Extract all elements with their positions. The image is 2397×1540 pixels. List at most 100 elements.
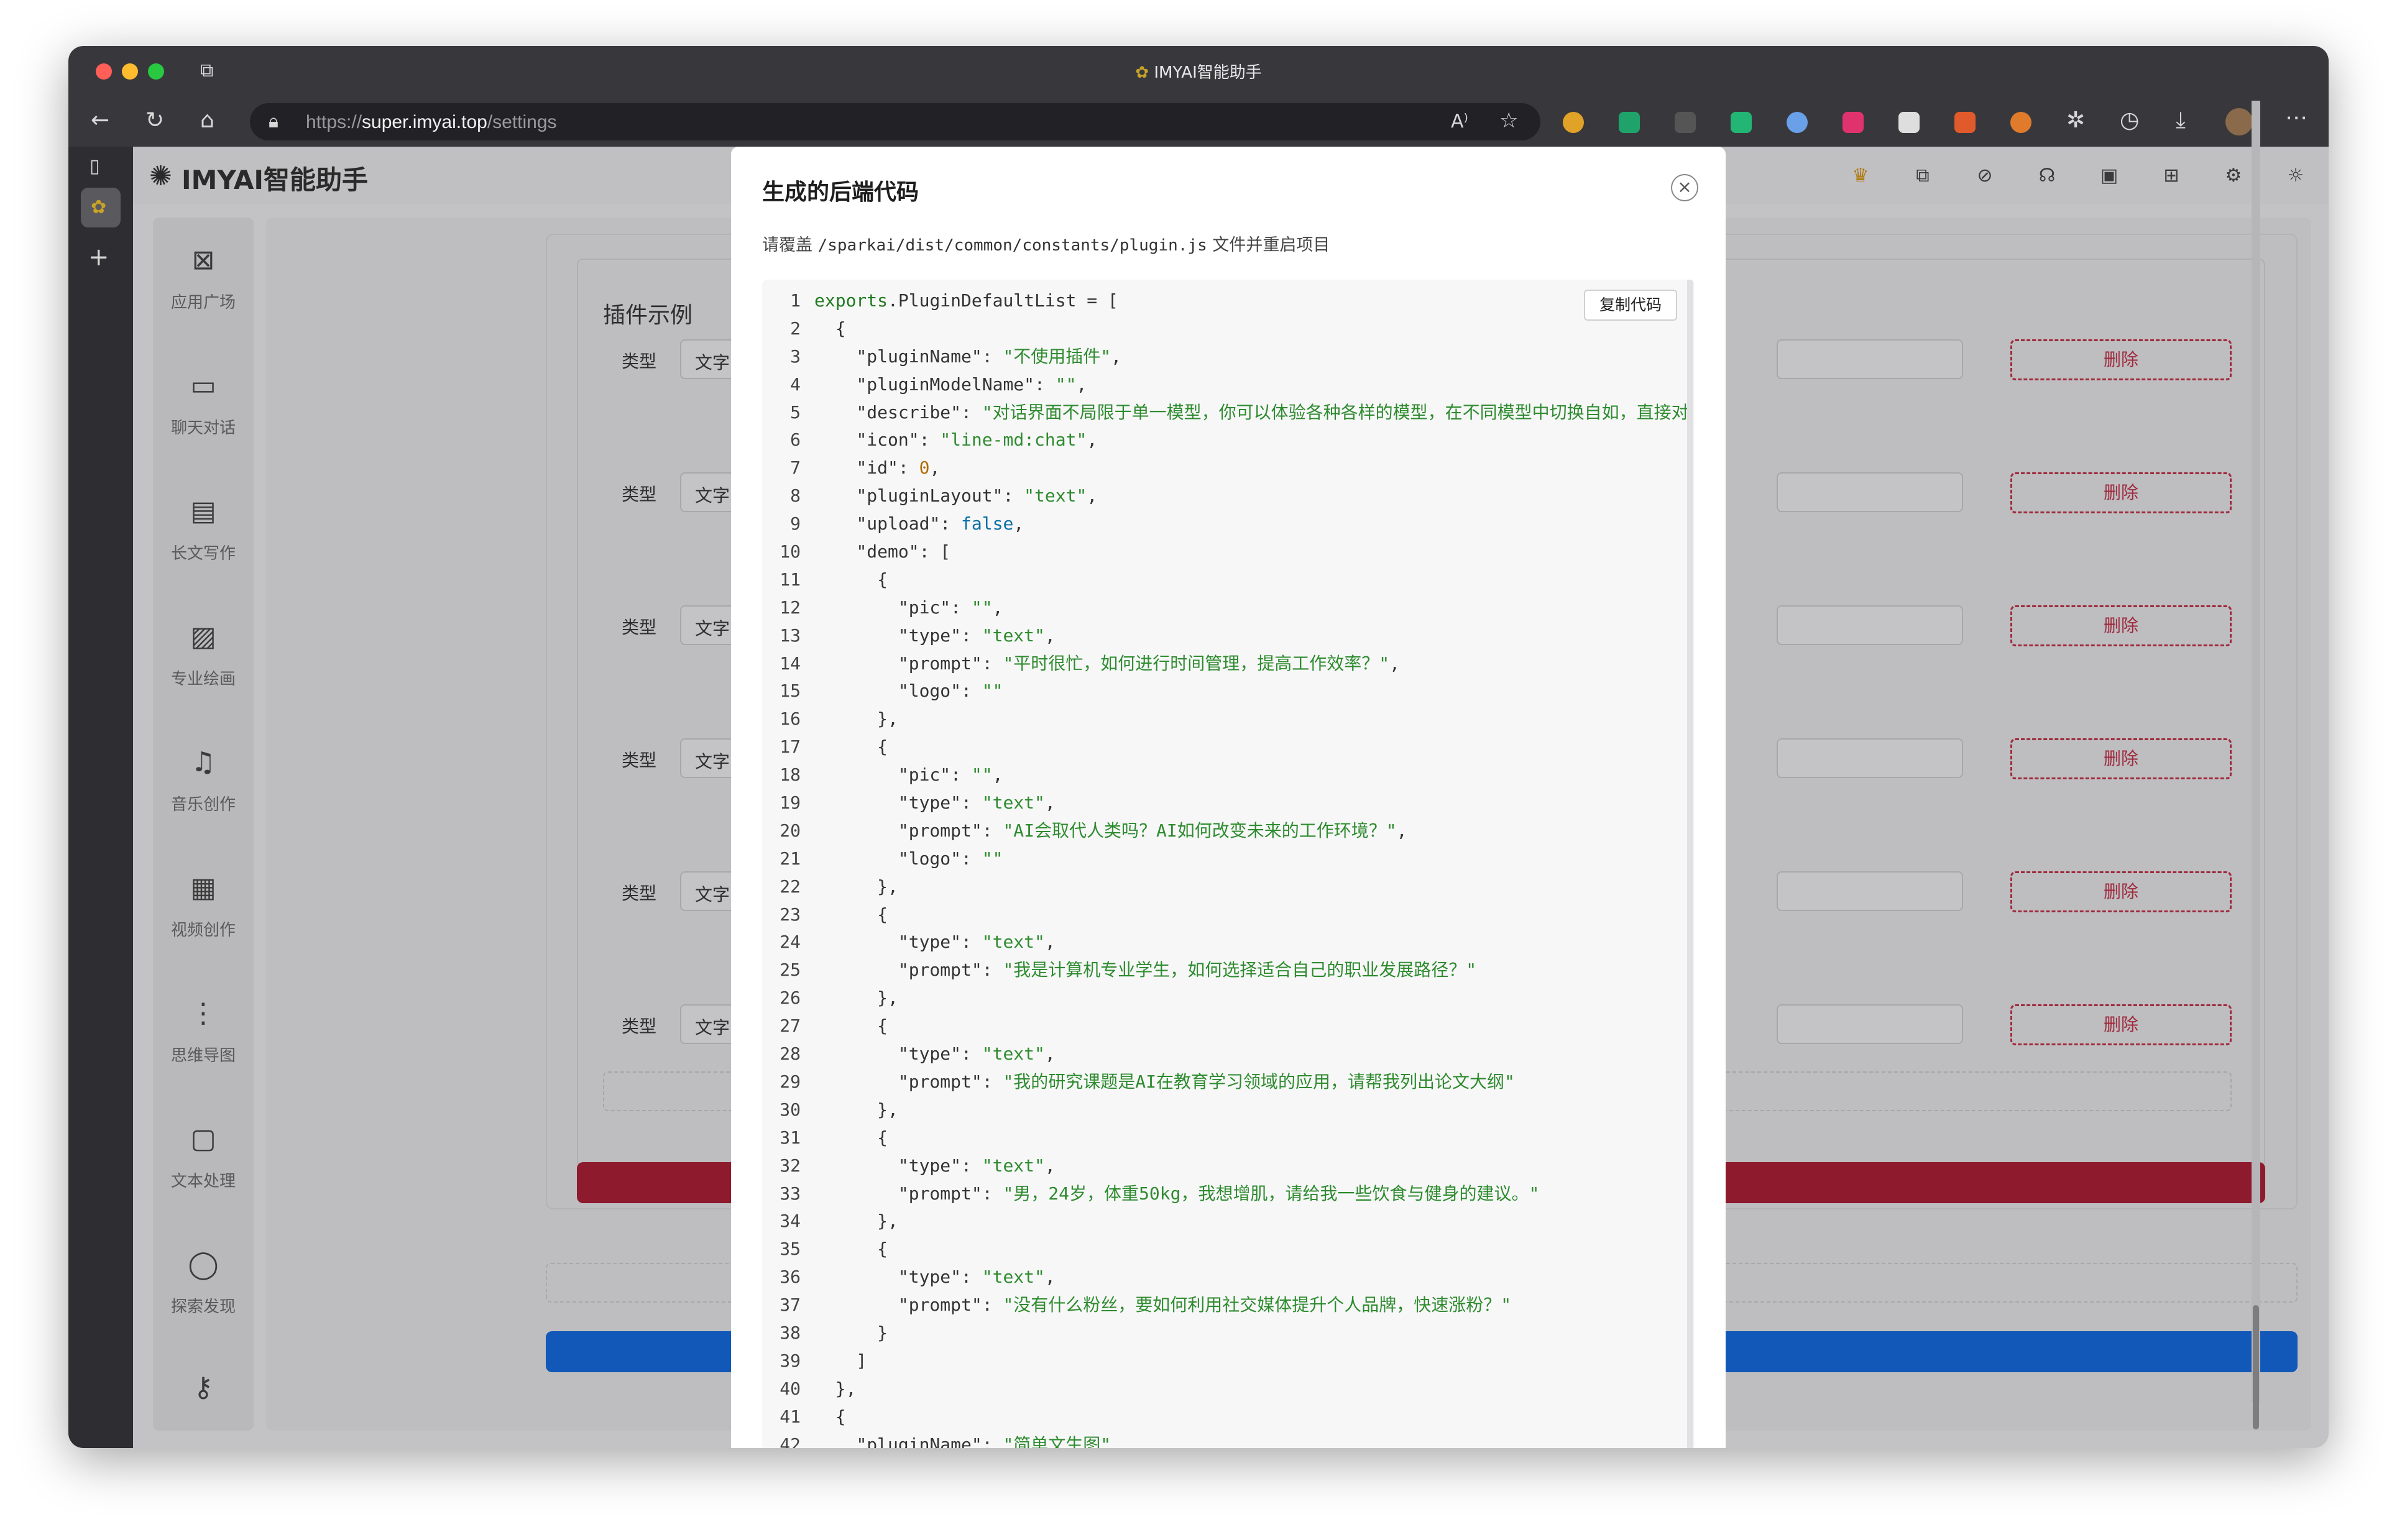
page-scrollbar-thumb[interactable]	[2253, 1305, 2259, 1429]
delete-button[interactable]: 删除	[2010, 339, 2232, 380]
sidebar-item-label: 专业绘画	[170, 670, 236, 689]
close-icon[interactable]: ×	[1671, 174, 1698, 201]
row-type-label: 类型	[622, 1016, 657, 1037]
line-text: "pluginLayout": "text",	[856, 485, 1098, 506]
sidebar-item-label: 长文写作	[170, 544, 236, 563]
code-line: 12 "pic": "",	[762, 594, 1003, 622]
back-icon[interactable]: ←	[91, 109, 109, 132]
line-text: "prompt": "我是计算机专业学生，如何选择适合自己的职业发展路径？"	[898, 960, 1477, 981]
reload-icon[interactable]: ↻	[145, 109, 164, 132]
line-number: 4	[790, 374, 801, 395]
code-line: 29 "prompt": "我的研究课题是AI在教育学习领域的应用，请帮我列出论…	[762, 1068, 1515, 1096]
page-scrollbar-track[interactable]	[2252, 101, 2260, 1402]
line-number: 21	[780, 848, 801, 869]
row-type-label: 类型	[622, 351, 657, 372]
delete-button[interactable]: 删除	[2010, 871, 2232, 912]
line-text: "prompt": "AI会取代人类吗？AI如何改变未来的工作环境？",	[898, 820, 1407, 841]
extension-2-icon[interactable]	[1619, 112, 1640, 133]
line-number: 36	[780, 1267, 801, 1288]
line-text: {	[814, 569, 888, 590]
sidebar-item-explore[interactable]: ◯ 探索发现	[153, 1248, 254, 1317]
new-tab-icon[interactable]: +	[88, 245, 109, 270]
text-icon: ▢	[190, 1123, 216, 1155]
line-text: "prompt": "我的研究课题是AI在教育学习领域的应用，请帮我列出论文大纲…	[898, 1071, 1515, 1092]
sidebar-item-app-square[interactable]: ⊠ 应用广场	[153, 244, 254, 313]
line-number: 5	[790, 401, 801, 423]
extension-6-icon[interactable]	[1843, 112, 1864, 133]
row-value-input[interactable]	[1777, 339, 1963, 379]
video-icon: ▦	[190, 872, 216, 904]
sidebar-item-label: 聊天对话	[170, 419, 236, 438]
extension-1-icon[interactable]	[1563, 112, 1584, 133]
line-number: 17	[780, 736, 801, 758]
active-tab[interactable]: ✿	[81, 188, 121, 227]
code-line: 19 "type": "text",	[762, 789, 1055, 817]
extension-9-icon[interactable]	[2010, 112, 2031, 133]
sidebar-item-writing[interactable]: ▤ 长文写作	[153, 495, 254, 564]
sidebar-item-key[interactable]: ⚷	[153, 1371, 254, 1405]
sidebar-item-text[interactable]: ▢ 文本处理	[153, 1122, 254, 1191]
gift-icon[interactable]: ⊞	[2161, 165, 2182, 186]
delete-button[interactable]: 删除	[2010, 738, 2232, 779]
line-number: 38	[780, 1322, 801, 1343]
sidebar-item-painting[interactable]: ▨ 专业绘画	[153, 620, 254, 689]
line-number: 41	[780, 1406, 801, 1427]
read-aloud-icon[interactable]: A⁾	[1451, 111, 1468, 133]
line-text: "describe": "对话界面不局限于单一模型，你可以体验各种各样的模型，在…	[856, 401, 1689, 423]
sidebar-toggle-icon[interactable]: ▯	[90, 155, 100, 178]
more-menu-icon[interactable]: ⋯	[2285, 107, 2307, 129]
support-icon[interactable]: ☊	[2036, 165, 2058, 186]
line-number: 42	[780, 1434, 801, 1448]
section-title: 插件示例	[603, 303, 693, 328]
sidebar-item-video[interactable]: ▦ 视频创作	[153, 871, 254, 940]
extensions-puzzle-icon[interactable]: ✲	[2066, 109, 2085, 132]
line-text: "id": 0,	[856, 457, 941, 479]
code-line: 11 {	[762, 566, 888, 594]
code-scrollbar[interactable]	[1687, 280, 1693, 1448]
settings-gear-icon[interactable]: ⚙	[2223, 165, 2244, 186]
history-icon[interactable]: ◷	[2120, 109, 2139, 132]
extension-4-icon[interactable]	[1731, 112, 1752, 133]
sidebar-item-music[interactable]: ♫ 音乐创作	[153, 746, 254, 815]
devices-icon[interactable]: ⧉	[1912, 165, 1933, 186]
image-icon: ▨	[190, 621, 216, 653]
desc-suffix: 文件并重启项目	[1212, 236, 1330, 255]
theme-sun-icon[interactable]: ☼	[2285, 165, 2306, 186]
delete-button[interactable]: 删除	[2010, 472, 2232, 513]
row-value-input[interactable]	[1777, 738, 1963, 778]
line-text: "logo": ""	[898, 681, 1003, 702]
row-value-input[interactable]	[1777, 1004, 1963, 1044]
delete-button[interactable]: 删除	[2010, 605, 2232, 646]
sidebar-item-chat[interactable]: ▭ 聊天对话	[153, 369, 254, 438]
row-value-input[interactable]	[1777, 605, 1963, 645]
code-line: 10 "demo": [	[762, 538, 950, 566]
home-icon[interactable]: ⌂	[200, 109, 214, 132]
line-number: 35	[780, 1239, 801, 1260]
sidebar-item-mindmap[interactable]: ⋮ 思维导图	[153, 997, 254, 1066]
row-value-input[interactable]	[1777, 472, 1963, 512]
line-text: "type": "text",	[898, 1155, 1056, 1176]
lock-icon: 🔒︎	[269, 111, 278, 132]
extension-5-icon[interactable]	[1787, 112, 1808, 133]
copy-code-button[interactable]: 复制代码	[1584, 290, 1677, 321]
code-line: 26 },	[762, 984, 898, 1012]
favorite-star-icon[interactable]: ☆	[1499, 109, 1518, 132]
extension-8-icon[interactable]	[1954, 112, 1976, 133]
code-block: 1 exports.PluginDefaultList = [2 {3 "plug…	[762, 280, 1695, 1448]
url-field[interactable]: 🔒︎ https://super.imyai.top/settings A⁾ ☆	[250, 103, 1540, 140]
link-icon[interactable]: ⊘	[1974, 165, 1995, 186]
download-icon[interactable]: ⤓	[2176, 109, 2186, 132]
desc-path: /sparkai/dist/common/constants/plugin.js	[817, 236, 1207, 255]
line-number: 39	[780, 1350, 801, 1371]
wallet-icon[interactable]: ▣	[2099, 165, 2120, 186]
music-icon: ♫	[191, 746, 216, 778]
profile-avatar[interactable]	[2225, 108, 2253, 135]
code-line: 5 "describe": "对话界面不局限于单一模型，你可以体验各种各样的模型…	[762, 399, 1688, 427]
code-line: 23 {	[762, 901, 888, 929]
extension-7-icon[interactable]	[1898, 112, 1920, 133]
extension-3-icon[interactable]	[1675, 112, 1696, 133]
crown-icon[interactable]: ♛	[1850, 165, 1871, 186]
line-text: exports.PluginDefaultList = [	[814, 290, 1118, 311]
row-value-input[interactable]	[1777, 871, 1963, 911]
delete-button[interactable]: 删除	[2010, 1004, 2232, 1045]
